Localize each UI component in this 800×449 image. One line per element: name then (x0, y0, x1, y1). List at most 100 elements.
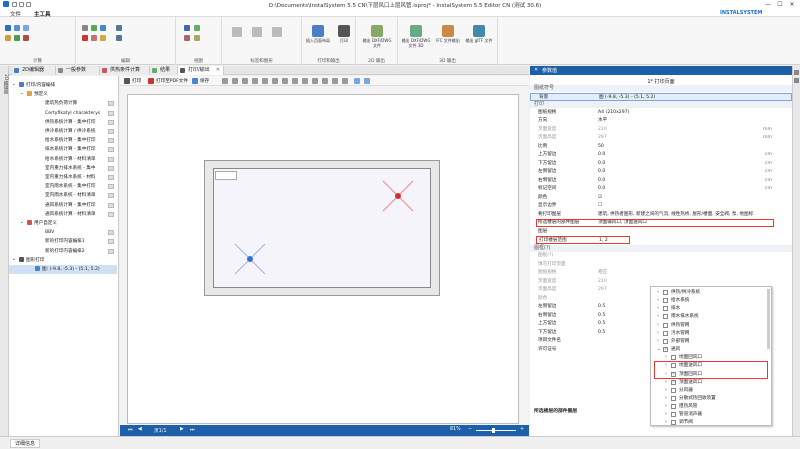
page-width-icon[interactable] (252, 78, 258, 84)
property-value[interactable]: 297 (598, 286, 607, 294)
tree-item[interactable]: 室内雨水系统 - 材料清单 (9, 191, 117, 200)
tree-item[interactable]: 排水系统计算 - 集中打印 (9, 145, 117, 154)
tree-item-toggle[interactable] (108, 202, 114, 208)
expand-chevron-icon[interactable]: ⌄ (12, 80, 16, 89)
tree-item-toggle[interactable] (108, 147, 114, 153)
next-page-button[interactable]: ▶ (180, 427, 184, 432)
property-value[interactable]: ☐ (598, 202, 602, 210)
zoom-icon[interactable] (184, 25, 190, 31)
property-row[interactable]: 方向 水平 (530, 117, 792, 125)
layer-checkbox[interactable] (671, 404, 676, 410)
calc6-icon[interactable] (23, 35, 29, 41)
thumbnails-icon[interactable] (342, 78, 348, 84)
print-button[interactable]: 打印 (132, 78, 141, 84)
tree-drawing-print[interactable]: 图形打印 ⌄ (9, 256, 117, 265)
first-page-icon[interactable] (272, 78, 278, 84)
calc-icon[interactable] (5, 25, 11, 31)
tree-item-toggle[interactable] (108, 129, 114, 134)
property-row[interactable]: 所选楼层的部件图层 顶面输风口, 顶面送风口 (530, 219, 792, 227)
tree-item-toggle[interactable] (108, 110, 114, 116)
calc3-icon[interactable] (23, 25, 29, 31)
export-dxf3d-button[interactable]: 输出 DXF/DWG 文件 3D (400, 25, 432, 48)
property-value[interactable]: ☑ (598, 194, 602, 202)
tree-predefined[interactable]: 预定义 ⌄ (9, 90, 117, 99)
view3d-icon[interactable] (184, 35, 190, 41)
save-button[interactable]: 保存 (200, 78, 209, 84)
tree-item[interactable]: 供冷系统计算 / 供冷系统 (9, 127, 117, 136)
layer-checkbox[interactable] (671, 355, 676, 361)
property-row[interactable]: 比例 50 (530, 143, 792, 151)
tab-print-output[interactable]: 打印/输出 ✕ (178, 66, 224, 75)
details-tab[interactable]: 详细信息 (10, 439, 41, 448)
property-row[interactable]: 图纸规格 相应 (530, 269, 792, 277)
tree-item-toggle[interactable] (108, 119, 114, 125)
view-mode-b-icon[interactable] (364, 78, 370, 84)
property-row[interactable]: 背景图 (-9.8, -5.3) - (5.1, 5.2) (530, 92, 792, 101)
prev-page-icon[interactable] (282, 78, 288, 84)
property-row[interactable]: 图层 (530, 228, 792, 236)
move-icon[interactable] (91, 25, 97, 31)
maximize-button[interactable]: ☐ (774, 0, 786, 9)
layer-checkbox[interactable] (663, 330, 668, 336)
expand-chevron-icon[interactable]: ⌄ (12, 255, 16, 264)
export-dxf-button[interactable]: 输出 DXF/DWG 文件 (360, 25, 394, 48)
property-value[interactable]: 0.0 (598, 151, 605, 159)
tree-item-toggle[interactable] (108, 211, 114, 217)
tree-item-toggle[interactable] (108, 248, 114, 254)
tree-user-item[interactable]: BBV (9, 228, 117, 237)
cut-icon[interactable] (91, 35, 97, 41)
copy-icon[interactable] (100, 25, 106, 31)
layer-checkbox[interactable] (663, 314, 668, 320)
property-value[interactable]: 0.5 (598, 303, 605, 311)
tree-item[interactable]: 室内重力排水系统 - 材料 (9, 173, 117, 182)
tree-item[interactable]: 室内重力排水系统 - 集中 (9, 164, 117, 173)
layer-checkbox[interactable]: ✓ (671, 379, 676, 385)
zoom-out-icon[interactable] (232, 78, 238, 84)
layer-checkbox[interactable] (663, 306, 668, 312)
property-row[interactable]: 填写打印页面 (530, 261, 792, 269)
rail-icon-2[interactable] (794, 78, 799, 83)
calc4-icon[interactable] (5, 35, 11, 41)
zoom-slider[interactable] (476, 430, 516, 431)
calc5-icon[interactable] (14, 35, 20, 41)
properties-pin-icon[interactable]: ✕ (534, 67, 538, 73)
delete-icon[interactable] (82, 35, 88, 41)
property-category[interactable]: 图框(?) (530, 244, 792, 252)
property-row[interactable]: 标记空间 0.0 cm (530, 185, 792, 193)
tree-user-item[interactable]: 新的打印内容编排2 (9, 247, 117, 256)
property-value[interactable]: 210 (598, 278, 607, 286)
rail-icon-1[interactable] (794, 70, 799, 75)
property-row[interactable]: 要打印图层 建筑, 供热者图形, 新建之间的气流, 线性热桥, 屋形/楼面, 安全… (530, 211, 792, 219)
property-row[interactable]: 上方留边 0.0 cm (530, 151, 792, 159)
next-page-icon[interactable] (292, 78, 298, 84)
property-value[interactable]: 0.5 (598, 320, 605, 328)
tab-results[interactable]: 结果 (150, 66, 178, 75)
tree-item-toggle[interactable] (108, 175, 114, 180)
tree-item-toggle[interactable] (108, 165, 114, 171)
insert-layout-button[interactable]: 插入页面布局 (304, 25, 332, 43)
property-row[interactable]: 显示边界 ☐ (530, 202, 792, 210)
tree-item-toggle[interactable] (108, 156, 114, 162)
export-ifc-button[interactable]: IFC 文件输出 (434, 25, 462, 43)
multi-page-icon[interactable] (322, 78, 328, 84)
property-row[interactable]: 右侧留边 0.0 cm (530, 177, 792, 185)
zoom-out-button[interactable]: − (468, 427, 472, 432)
close-tab-icon[interactable]: ✕ (216, 66, 220, 75)
tree-item-toggle[interactable] (108, 138, 114, 144)
property-value[interactable]: 0.0 (598, 160, 605, 168)
dimension-icon[interactable] (252, 27, 262, 37)
property-value[interactable]: 0.5 (598, 312, 605, 320)
paste-icon[interactable] (100, 35, 106, 41)
tree-item-toggle[interactable] (108, 193, 114, 199)
layer-checkbox[interactable] (671, 395, 676, 401)
property-row[interactable]: 页面高度 297 mm (530, 134, 792, 142)
tree-item[interactable]: 建筑热负荷计算 (9, 99, 117, 108)
left-rail-label[interactable]: 2D编辑器 (2, 74, 8, 94)
property-row[interactable]: 页面宽度 210 (530, 278, 792, 286)
fit-icon[interactable] (194, 35, 200, 41)
dropdown-scrollbar[interactable] (767, 289, 770, 349)
tree-item-toggle[interactable] (108, 184, 114, 190)
undo-quick-icon[interactable] (19, 2, 24, 7)
property-row[interactable]: 图纸规格 A4 (210x297) (530, 109, 792, 117)
settings-icon[interactable] (332, 78, 338, 84)
